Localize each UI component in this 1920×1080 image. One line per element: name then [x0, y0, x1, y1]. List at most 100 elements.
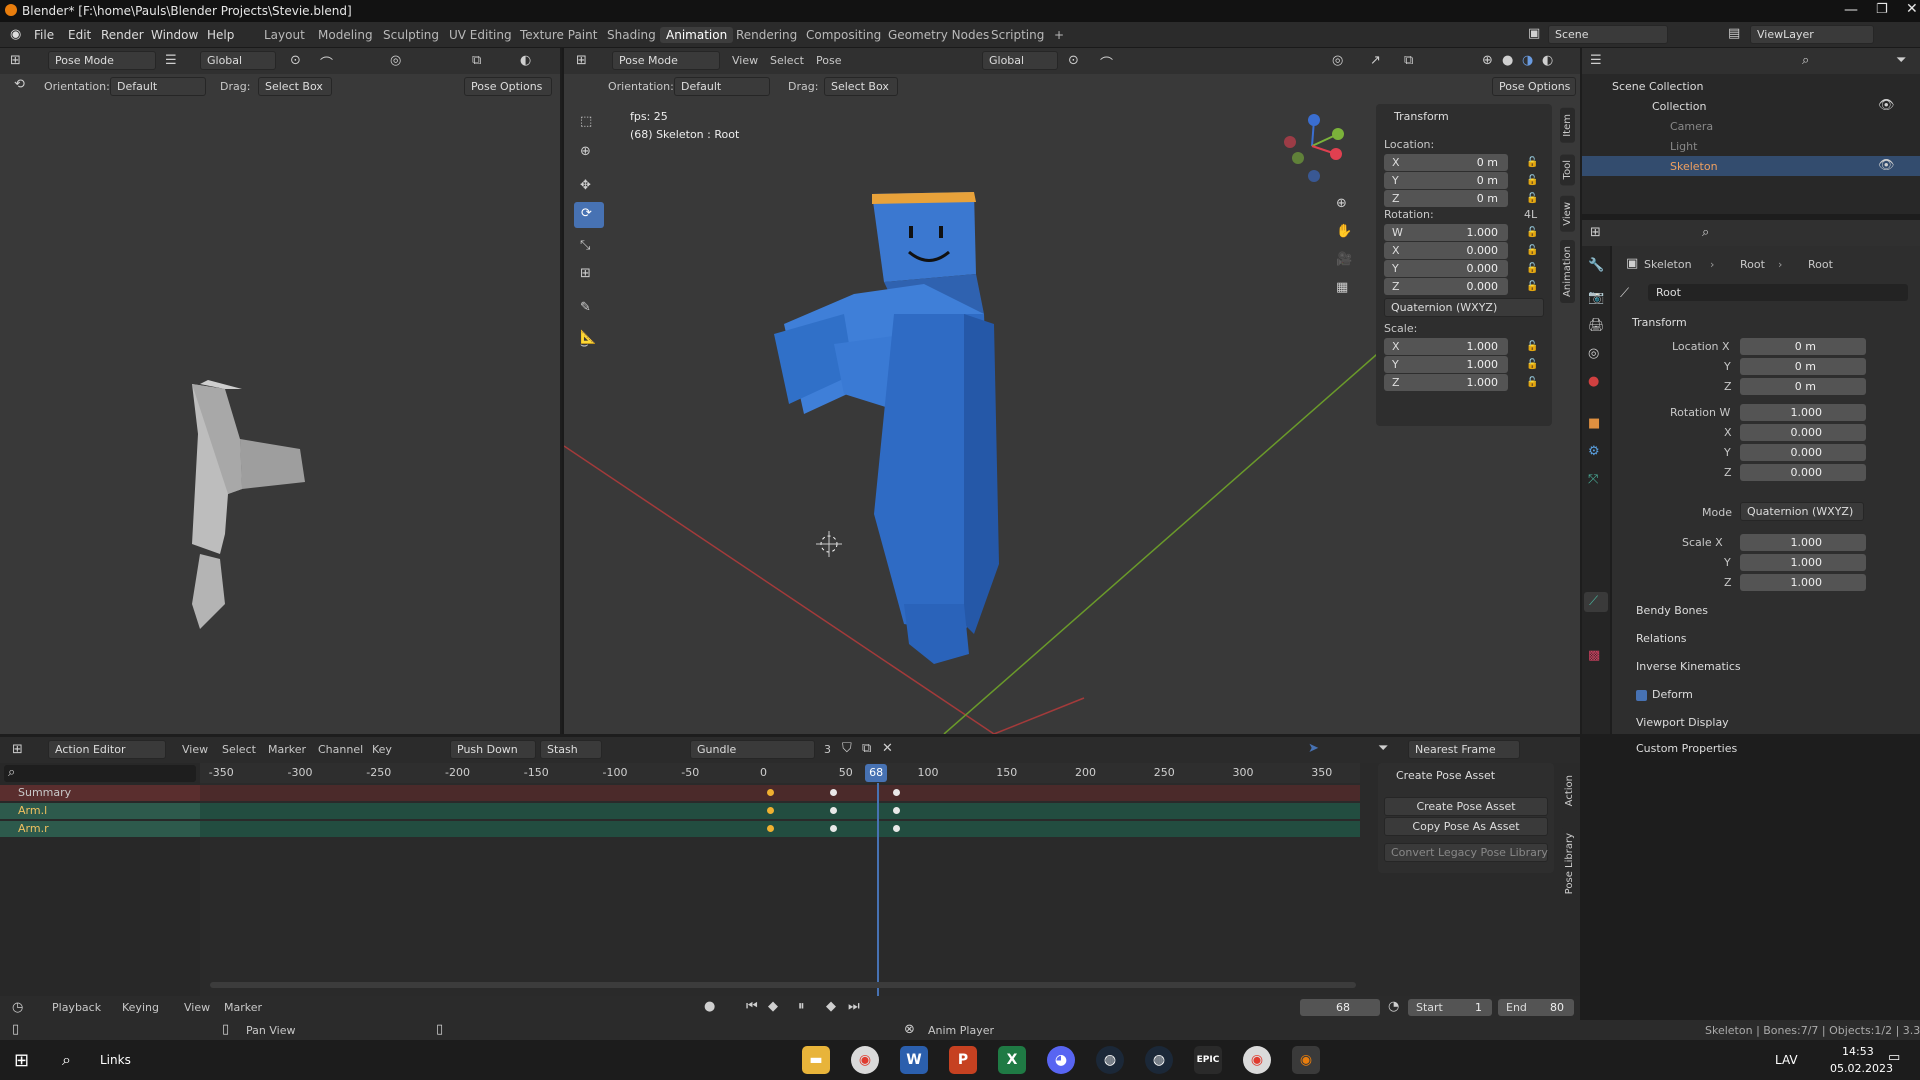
close-button[interactable]: ✕ — [1906, 1, 1918, 17]
n-loc-y[interactable]: Y0 m — [1384, 172, 1508, 189]
section-inverse-kinematics[interactable]: Inverse Kinematics — [1636, 660, 1741, 673]
properties-editor-icon[interactable]: ⊞ — [1590, 225, 1601, 240]
section-viewport-display[interactable]: Viewport Display — [1636, 716, 1729, 729]
jump-end-icon[interactable]: ⏭ — [848, 999, 860, 1014]
channel-arm-r-row[interactable]: Arm.r — [0, 821, 200, 837]
add-workspace-button[interactable]: + — [1048, 27, 1070, 43]
n-scale-x[interactable]: X 1.000 — [1384, 338, 1508, 355]
section-custom-properties[interactable]: Custom Properties — [1636, 742, 1737, 755]
ae-menu-key[interactable]: Key — [372, 743, 392, 756]
tab-animation[interactable]: Animation — [660, 27, 734, 43]
deform-checkbox[interactable] — [1636, 690, 1647, 701]
shading-icon[interactable]: ◐ — [520, 53, 531, 68]
next-keyframe-icon[interactable]: ◆ — [826, 999, 836, 1014]
lock-icon[interactable]: 🔓 — [1526, 377, 1538, 388]
tab-scripting[interactable]: Scripting — [985, 27, 1050, 43]
frame-ruler[interactable]: -350 -300 -250 -200 -150 -100 -50 0 50 100 150 200 2… — [200, 763, 1360, 783]
tab-modeling[interactable]: Modeling — [312, 27, 379, 43]
lock-icon[interactable]: 🔓 — [1526, 157, 1538, 168]
arm-l-keyframe[interactable] — [767, 807, 774, 814]
hamburger-icon[interactable]: ☰ — [165, 53, 177, 68]
world-tab-icon[interactable]: ● — [1588, 374, 1599, 389]
tool-tab-icon[interactable]: 🔧 — [1588, 258, 1604, 273]
properties-search-icon[interactable]: ⌕ — [1702, 225, 1709, 240]
prop-rot-y[interactable]: 0.000 — [1740, 444, 1866, 461]
move-tool-icon[interactable]: ✥ — [580, 178, 591, 193]
n-scale-z[interactable]: Z 1.000 — [1384, 374, 1508, 391]
wireframe-shading-icon[interactable]: ⊕ — [1482, 53, 1493, 68]
menu-render[interactable]: Render — [101, 28, 144, 42]
camera-view-icon[interactable]: 🎥 — [1336, 252, 1352, 267]
outliner-camera[interactable]: Camera — [1670, 120, 1713, 133]
taskbar-search-label[interactable]: Links — [100, 1053, 131, 1067]
arm-l-keyframe[interactable] — [830, 807, 837, 814]
main-pivot-icon[interactable]: ⊙ — [1068, 53, 1079, 68]
main-drag-dropdown[interactable]: Select Box — [824, 77, 898, 96]
main-snap-icon[interactable]: ⌒ — [1100, 53, 1113, 72]
n-rotation-mode-dropdown[interactable]: Quaternion (WXYZ) — [1384, 298, 1544, 317]
tab-geometry-nodes[interactable]: Geometry Nodes — [882, 27, 995, 43]
section-relations[interactable]: Relations — [1636, 632, 1687, 645]
left-transform-dropdown[interactable]: Global — [200, 51, 276, 70]
n-tab-tool[interactable]: Tool — [1560, 154, 1575, 186]
lock-icon[interactable]: 🔓 — [1526, 263, 1538, 274]
summary-keyframe[interactable] — [767, 789, 774, 796]
record-icon[interactable]: ● — [704, 999, 715, 1014]
overlay-icon[interactable]: ⧉ — [472, 53, 481, 68]
scene-selector[interactable]: Scene — [1548, 25, 1668, 44]
current-frame-indicator[interactable]: 68 — [865, 764, 888, 782]
timeline-editor-icon[interactable]: ◷ — [12, 1000, 23, 1015]
prop-loc-x[interactable]: 0 m — [1740, 338, 1866, 355]
menu-help[interactable]: Help — [207, 28, 234, 42]
ae-menu-select[interactable]: Select — [222, 743, 256, 756]
prev-keyframe-icon[interactable]: ◆ — [768, 999, 778, 1014]
action-editor-mode[interactable]: Action Editor — [48, 740, 166, 759]
pan-icon[interactable]: ✋ — [1336, 224, 1352, 239]
anim-player-cancel-icon[interactable]: ⊗ — [904, 1022, 915, 1037]
snap-icon[interactable]: ⌒ — [320, 53, 333, 72]
main-viewport[interactable]: Orientation: Default Drag: Select Box Po… — [564, 74, 1580, 734]
texture-tab-icon[interactable]: ▩ — [1588, 648, 1600, 663]
left-drag-dropdown[interactable]: Select Box — [258, 77, 332, 96]
create-pose-asset-button[interactable]: Create Pose Asset — [1384, 797, 1548, 816]
main-menu-pose[interactable]: Pose — [816, 54, 841, 67]
tab-compositing[interactable]: Compositing — [800, 27, 887, 43]
rendered-shading-icon[interactable]: ◐ — [1542, 53, 1553, 68]
excel-icon[interactable]: X — [998, 1046, 1026, 1074]
outliner-scene-collection[interactable]: Scene Collection — [1612, 80, 1703, 93]
prop-scale-z[interactable]: 1.000 — [1740, 574, 1866, 591]
arm-r-keyframe[interactable] — [767, 825, 774, 832]
taskbar-language[interactable]: LAV — [1775, 1053, 1798, 1067]
n-rot-w[interactable]: W 1.000 — [1384, 224, 1508, 241]
n-loc-x[interactable]: X0 m — [1384, 154, 1508, 171]
lock-icon[interactable]: 🔓 — [1526, 175, 1538, 186]
playhead-line[interactable] — [877, 783, 880, 996]
start-frame-field[interactable]: Start 1 — [1408, 999, 1492, 1016]
scene-tab-icon[interactable]: ◎ — [1588, 346, 1599, 361]
prop-rot-z[interactable]: 0.000 — [1740, 464, 1866, 481]
rotate-tool-icon[interactable]: ⟳ — [574, 202, 604, 228]
ae-menu-view[interactable]: View — [182, 743, 208, 756]
section-deform[interactable]: Deform — [1652, 688, 1693, 701]
n-rot-z[interactable]: Z 0.000 — [1384, 278, 1508, 295]
modifier-tab-icon[interactable]: ⚙ — [1588, 444, 1600, 459]
outliner-light[interactable]: Light — [1670, 140, 1697, 153]
push-down-button[interactable]: Push Down — [450, 740, 536, 759]
main-visibility-icon[interactable]: ◎ — [1332, 53, 1343, 68]
channel-search[interactable]: ⌕ — [4, 765, 196, 782]
unlink-action-icon[interactable]: ✕ — [882, 741, 893, 756]
steam-alt-icon[interactable]: ◍ — [1145, 1046, 1173, 1074]
side-tab-pose-library[interactable]: Pose Library — [1562, 827, 1577, 901]
pause-icon[interactable]: ⏸ — [798, 999, 805, 1014]
ae-menu-channel[interactable]: Channel — [318, 743, 363, 756]
material-shading-icon[interactable]: ◑ — [1522, 53, 1533, 68]
eye-icon[interactable]: 👁 — [1878, 98, 1895, 113]
main-editor-type-icon[interactable]: ⊞ — [576, 53, 587, 68]
discord-icon[interactable]: ◕ — [1047, 1046, 1075, 1074]
tab-shading[interactable]: Shading — [601, 27, 662, 43]
prop-loc-y[interactable]: 0 m — [1740, 358, 1866, 375]
timeline-view-menu[interactable]: View — [184, 1001, 210, 1014]
end-frame-field[interactable]: End 80 — [1498, 999, 1574, 1016]
cursor-tool-icon[interactable]: ⊕ — [580, 144, 591, 159]
lock-icon[interactable]: 🔓 — [1526, 227, 1538, 238]
